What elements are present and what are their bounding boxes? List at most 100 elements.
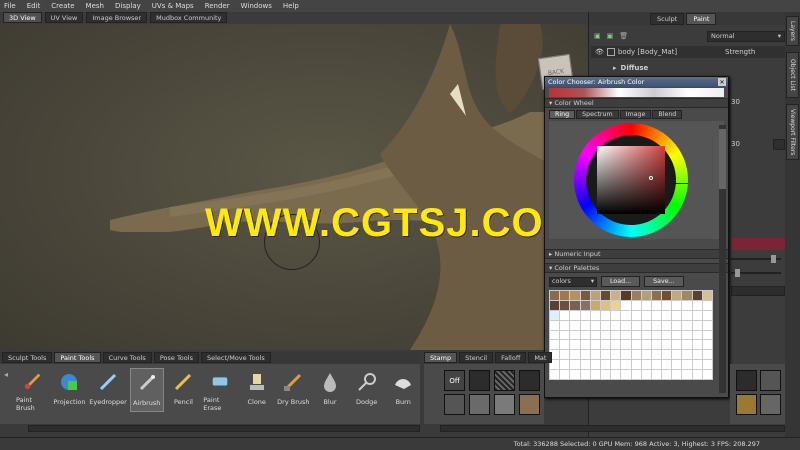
stamp-thumbnail[interactable] xyxy=(760,394,781,415)
palette-swatch[interactable] xyxy=(548,299,561,311)
palette-swatch[interactable] xyxy=(589,359,601,371)
tab-select-move-tools[interactable]: Select/Move Tools xyxy=(200,352,271,363)
palette-swatch[interactable] xyxy=(650,290,663,301)
palette-swatch[interactable] xyxy=(671,339,683,351)
palette-swatch[interactable] xyxy=(548,290,561,301)
palette-swatch[interactable] xyxy=(671,359,683,371)
tab-image[interactable]: Image xyxy=(619,110,652,119)
slider-thumb-2[interactable] xyxy=(735,269,740,277)
palette-swatch[interactable] xyxy=(548,309,561,321)
palette-swatch[interactable] xyxy=(640,319,652,331)
menu-create[interactable]: Create xyxy=(51,2,74,10)
tab-paint-tools[interactable]: Paint Tools xyxy=(54,352,101,363)
palette-swatch[interactable] xyxy=(559,329,571,341)
palette-swatch[interactable] xyxy=(650,359,663,371)
palette-swatch[interactable] xyxy=(548,339,561,351)
palette-swatch[interactable] xyxy=(548,319,561,331)
close-icon[interactable]: ✕ xyxy=(718,78,726,86)
palette-swatch[interactable] xyxy=(599,369,612,380)
color-chooser-title-bar[interactable]: Color Chooser: Airbrush Color ✕ xyxy=(545,77,728,87)
eye-icon[interactable]: 👁 xyxy=(595,48,604,56)
tool-dodge[interactable]: Dodge xyxy=(350,368,384,412)
tab-pose-tools[interactable]: Pose Tools xyxy=(153,352,199,363)
saturation-value-square[interactable] xyxy=(597,146,665,214)
palette-swatch[interactable] xyxy=(589,349,601,361)
palette-swatch[interactable] xyxy=(569,339,581,351)
palette-swatch[interactable] xyxy=(640,349,652,361)
tab-3d-view[interactable]: 3D View xyxy=(3,12,42,23)
palette-swatch[interactable] xyxy=(630,309,642,321)
tab-sculpt[interactable]: Sculpt xyxy=(650,13,685,25)
recent-colors-strip[interactable] xyxy=(549,88,724,97)
tab-mat[interactable]: Mat xyxy=(528,352,553,363)
tool-blur[interactable]: Blur xyxy=(313,368,347,412)
palette-swatch[interactable] xyxy=(640,309,652,321)
slider-thumb-1[interactable] xyxy=(771,255,776,263)
palette-swatch[interactable] xyxy=(630,319,642,331)
palette-swatch[interactable] xyxy=(559,319,571,331)
palette-swatch[interactable] xyxy=(671,290,683,301)
stamp-thumbnail[interactable] xyxy=(494,370,515,391)
palette-swatch[interactable] xyxy=(671,329,683,341)
palette-swatch[interactable] xyxy=(661,359,673,371)
menu-uvs-maps[interactable]: UVs & Maps xyxy=(152,2,194,10)
palette-swatch[interactable] xyxy=(691,329,703,341)
palette-swatch[interactable] xyxy=(579,369,591,380)
palette-swatch[interactable] xyxy=(620,349,632,361)
palette-swatch[interactable] xyxy=(650,299,663,311)
palette-swatch[interactable] xyxy=(691,309,703,321)
palette-swatch[interactable] xyxy=(559,290,571,301)
blend-mode-select[interactable]: Normal ▾ xyxy=(707,31,785,42)
tool-paint-erase[interactable]: Paint Erase xyxy=(203,368,237,412)
tool-pencil[interactable]: Pencil xyxy=(167,368,201,412)
palette-swatch[interactable] xyxy=(701,299,714,311)
section-color-palettes[interactable]: ▾ Color Palettes xyxy=(545,263,728,273)
stamp-thumbnail[interactable] xyxy=(519,394,540,415)
palette-swatch[interactable] xyxy=(640,329,652,341)
palette-swatch[interactable] xyxy=(681,319,693,331)
palette-grid[interactable] xyxy=(548,290,714,380)
tab-uv-view[interactable]: UV View xyxy=(44,12,84,23)
palette-swatch[interactable] xyxy=(650,329,663,341)
palette-swatch[interactable] xyxy=(579,319,591,331)
palette-swatch[interactable] xyxy=(640,299,652,311)
palette-swatch[interactable] xyxy=(620,319,632,331)
diffuse-row[interactable]: ▸ Diffuse xyxy=(591,62,785,74)
palette-swatch[interactable] xyxy=(681,290,693,301)
palette-swatch[interactable] xyxy=(569,369,581,380)
load-button[interactable]: Load... xyxy=(601,276,641,287)
tab-stamp[interactable]: Stamp xyxy=(424,352,458,363)
palette-swatch[interactable] xyxy=(661,369,673,380)
palette-swatch[interactable] xyxy=(559,309,571,321)
palette-swatch[interactable] xyxy=(701,329,714,341)
palette-swatch[interactable] xyxy=(589,319,601,331)
palette-swatch[interactable] xyxy=(640,290,652,301)
palette-swatch[interactable] xyxy=(559,339,571,351)
palette-swatch[interactable] xyxy=(610,290,622,301)
palette-swatch[interactable] xyxy=(620,339,632,351)
palette-swatch[interactable] xyxy=(610,349,622,361)
palette-swatch[interactable] xyxy=(599,349,612,361)
color-swatch[interactable] xyxy=(731,238,785,250)
palette-select[interactable]: colors ▾ xyxy=(549,276,597,287)
palette-swatch[interactable] xyxy=(630,349,642,361)
menu-windows[interactable]: Windows xyxy=(241,2,272,10)
palette-swatch[interactable] xyxy=(620,299,632,311)
tool-burn[interactable]: Burn xyxy=(386,368,420,412)
tab-mudbox-community[interactable]: Mudbox Community xyxy=(150,12,228,23)
tab-blend[interactable]: Blend xyxy=(652,110,683,119)
palette-swatch[interactable] xyxy=(569,290,581,301)
tool-projection[interactable]: Projection xyxy=(53,368,87,412)
palette-swatch[interactable] xyxy=(610,309,622,321)
palette-swatch[interactable] xyxy=(559,359,571,371)
delete-layer-icon[interactable]: 🗑 xyxy=(619,32,628,42)
palette-swatch[interactable] xyxy=(650,319,663,331)
menu-display[interactable]: Display xyxy=(115,2,141,10)
palette-swatch[interactable] xyxy=(681,349,693,361)
palette-swatch[interactable] xyxy=(610,299,622,311)
palette-swatch[interactable] xyxy=(661,349,673,361)
palette-swatch[interactable] xyxy=(681,369,693,380)
palette-swatch[interactable] xyxy=(671,309,683,321)
tool-paint-brush[interactable]: Paint Brush xyxy=(16,368,50,412)
side-tab-viewport-filters[interactable]: Viewport Filters xyxy=(786,104,799,160)
